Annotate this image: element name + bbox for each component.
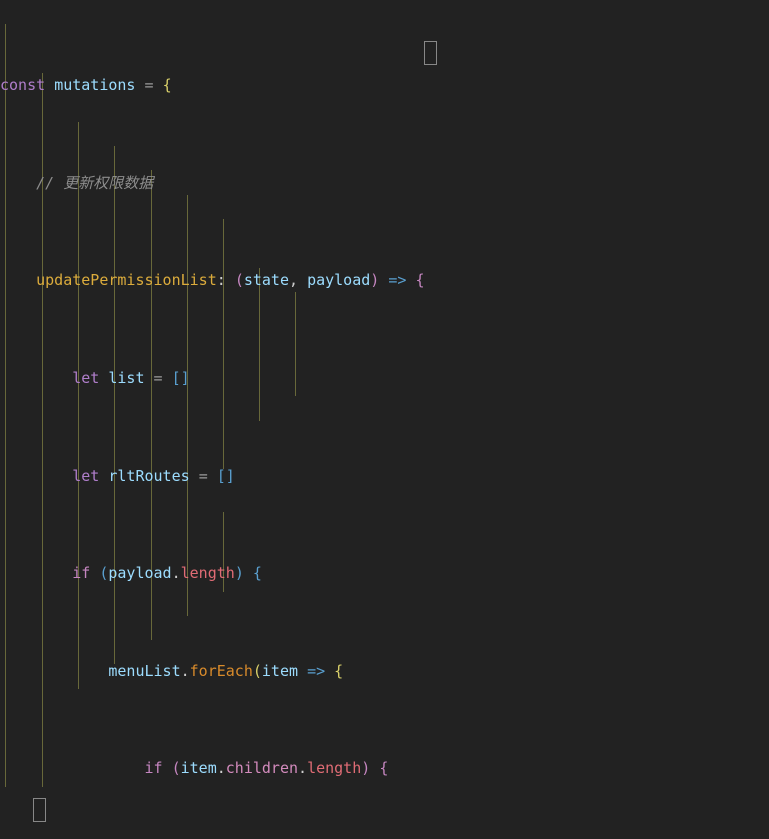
comment-update-permission-data: // 更新权限数据 [36, 173, 154, 192]
code-editor[interactable]: const mutations = { // 更新权限数据 updatePerm… [0, 0, 769, 839]
code-line[interactable]: let list = [] [0, 366, 769, 390]
code-content[interactable]: const mutations = { // 更新权限数据 updatePerm… [0, 0, 769, 839]
code-line[interactable]: // 更新权限数据 [0, 171, 769, 195]
code-line[interactable]: updatePermissionList: (state, payload) =… [0, 268, 769, 292]
code-line[interactable]: if (payload.length) { [0, 561, 769, 585]
code-line[interactable]: menuList.forEach(item => { [0, 659, 769, 683]
code-line[interactable]: const mutations = { [0, 73, 769, 97]
code-line[interactable]: if (item.children.length) { [0, 756, 769, 780]
code-line[interactable]: let rltRoutes = [] [0, 464, 769, 488]
